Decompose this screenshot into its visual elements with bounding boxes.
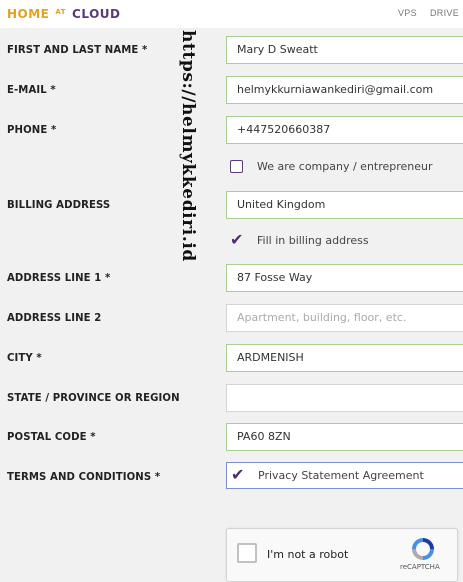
address-line1-label: ADDRESS LINE 1 *: [7, 271, 111, 284]
logo-part-at: AT: [55, 8, 67, 16]
company-checkbox[interactable]: [230, 160, 243, 173]
recaptcha-icon: [412, 538, 434, 560]
phone-label: PHONE *: [7, 123, 57, 136]
address-line2-label: ADDRESS LINE 2: [7, 311, 102, 324]
city-label: CITY *: [7, 351, 42, 364]
name-input[interactable]: Mary D Sweatt: [226, 36, 463, 64]
postal-code-input[interactable]: PA60 8ZN: [226, 423, 463, 451]
recaptcha-label: I'm not a robot: [267, 548, 349, 561]
watermark-text: https://helmykkediri.id: [178, 30, 198, 262]
nav-link-drive[interactable]: DRIVE: [430, 8, 459, 18]
phone-input[interactable]: +447520660387: [226, 116, 463, 144]
home-at-cloud-logo[interactable]: HOME AT CLOUD: [7, 7, 120, 21]
fill-billing-label: Fill in billing address: [257, 234, 369, 247]
address-line1-input[interactable]: 87 Fosse Way: [226, 264, 463, 292]
recaptcha-widget: I'm not a robot reCAPTCHA: [226, 528, 458, 582]
state-label: STATE / PROVINCE OR REGION: [7, 391, 180, 404]
logo-part-cloud: CLOUD: [72, 7, 121, 21]
terms-label: TERMS AND CONDITIONS *: [7, 470, 161, 483]
checkmark-icon[interactable]: ✔: [231, 465, 244, 484]
top-bar: HOME AT CLOUD VPS DRIVE: [0, 0, 463, 28]
billing-address-label: BILLING ADDRESS: [7, 198, 111, 211]
url-watermark: https://helmykkediri.id: [178, 30, 198, 270]
email-label: E-MAIL *: [7, 83, 56, 96]
recaptcha-checkbox[interactable]: [237, 543, 257, 563]
postal-code-label: POSTAL CODE *: [7, 430, 96, 443]
recaptcha-brand: reCAPTCHA: [400, 563, 440, 571]
name-label: FIRST AND LAST NAME *: [7, 43, 148, 56]
address-line2-input[interactable]: Apartment, building, floor, etc.: [226, 304, 463, 332]
email-input[interactable]: helmykkurniawankediri@gmail.com: [226, 76, 463, 104]
city-input[interactable]: ARDMENISH: [226, 344, 463, 372]
company-checkbox-label: We are company / entrepreneur: [257, 160, 433, 173]
nav-link-vps[interactable]: VPS: [398, 8, 417, 18]
terms-agreement-box[interactable]: ✔ Privacy Statement Agreement: [226, 462, 463, 489]
billing-country-select[interactable]: United Kingdom: [226, 191, 463, 219]
terms-agreement-label: Privacy Statement Agreement: [258, 469, 424, 482]
state-input[interactable]: [226, 384, 463, 412]
checkmark-icon[interactable]: ✔: [230, 230, 243, 249]
logo-part-home: HOME: [7, 7, 50, 21]
